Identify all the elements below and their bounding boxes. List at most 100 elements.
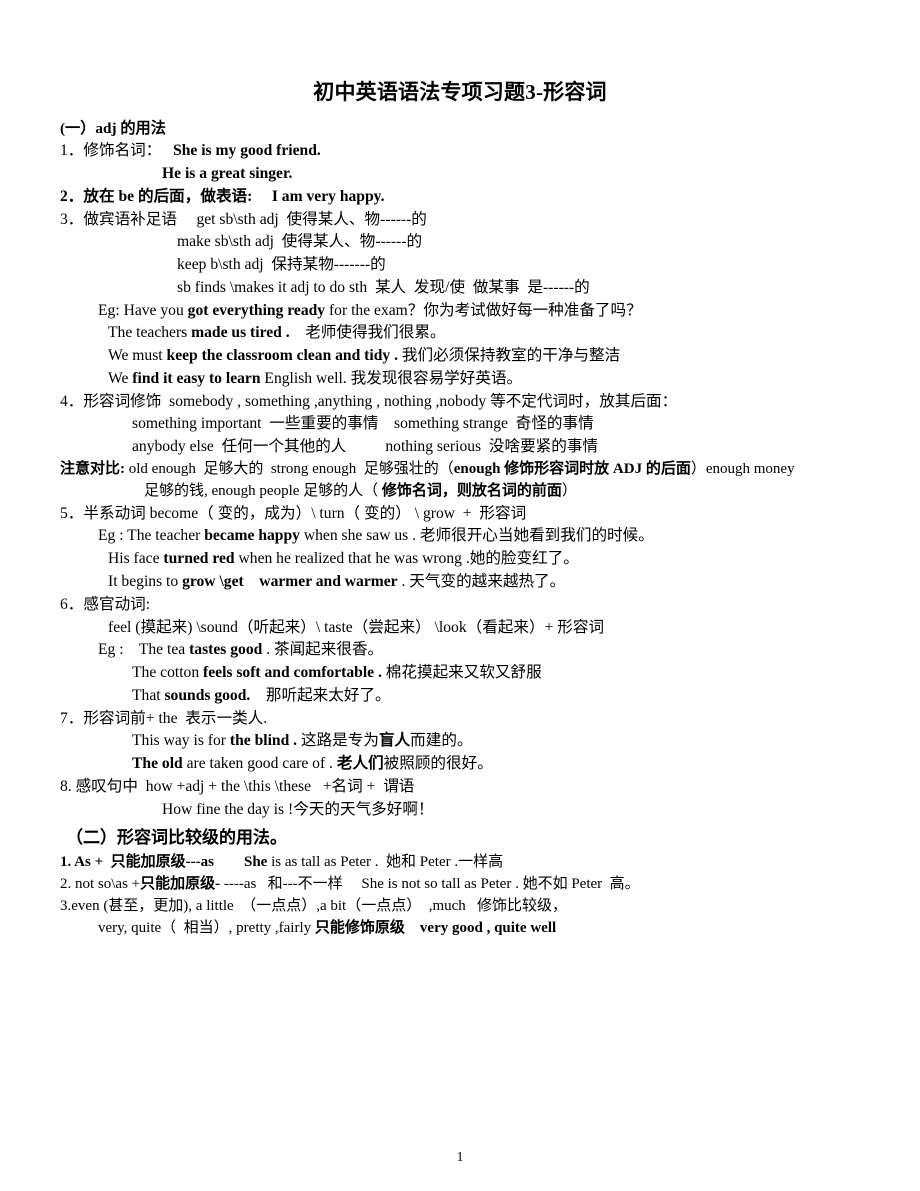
- eg-7-post: . 天气变的越来越热了。: [397, 573, 566, 591]
- eg-1-post: for the exam？你为考试做好每一种准备了吗？: [325, 301, 642, 319]
- item-6-eg-3-line: That sounds good. 那听起来太好了。: [52, 685, 868, 708]
- item-8-line: 8. 感叹句中 how +adj + the \this \these +名词 …: [52, 776, 868, 799]
- eg-3-pre: We must: [108, 347, 167, 365]
- note-compare-line-2: 足够的钱, enough people 足够的人（ 修饰名词，则放名词的前面）: [52, 481, 868, 503]
- item-1-label: 1．修饰名词：: [60, 142, 154, 160]
- eg-5-bold: became happy: [204, 527, 300, 545]
- item-8-example-line: How fine the day is !今天的天气多好啊！: [52, 799, 868, 822]
- item-3-eg-4-line: We find it easy to learn English well. 我…: [52, 368, 868, 391]
- note-compare-bold-2: 修饰名词，则放名词的前面: [381, 482, 562, 499]
- item-3-line: 3．做宾语补足语 get sb\sth adj 使得某人、物------的: [52, 209, 868, 232]
- comparative-item-3-pre: very, quite（ 相当）, pretty ,fairly: [98, 919, 315, 936]
- eg-4-post: English well. 我发现很容易学好英语。: [260, 369, 523, 387]
- eg-1-pre: Have you: [123, 301, 188, 319]
- item-4-label: 4．形容词修饰 somebody , something ,anything ,…: [60, 392, 678, 410]
- eg-6-pre: His face: [108, 550, 164, 568]
- item-3-eg-3-line: We must keep the classroom clean and tid…: [52, 345, 868, 368]
- comparative-item-3-post: very good , quite well: [404, 919, 557, 936]
- eg-3-post: 我们必须保持教室的干净与整洁: [397, 347, 621, 365]
- eg-6-bold: turned red: [163, 550, 235, 568]
- eg-11-post: 而建的。: [410, 732, 473, 750]
- eg-5-post: when she saw us . 老师很开心当她看到我们的时候。: [299, 527, 654, 545]
- document-page: 初中英语语法专项习题3-形容词 (一）adj 的用法 1．修饰名词： She i…: [0, 0, 920, 1191]
- item-7-label: 7．形容词前+ the 表示一类人.: [60, 709, 268, 727]
- note-compare-text-a: old enough 足够大的 strong enough 足够强壮的（: [125, 460, 454, 477]
- item-4-line: 4．形容词修饰 somebody , something ,anything ,…: [52, 391, 868, 414]
- note-compare-line-1: 注意对比: old enough 足够大的 strong enough 足够强壮…: [52, 459, 868, 481]
- comparative-item-1-line: 1. As + 只能加原级---as She is as tall as Pet…: [52, 852, 868, 874]
- item-3-pattern-4: sb finds \makes it adj to do sth 某人 发现/使…: [177, 278, 590, 296]
- eg-10-pre: That: [132, 686, 165, 704]
- item-5-eg-3-line: It begins to grow \get warmer and warmer…: [52, 571, 868, 594]
- item-6-eg-2-line: The cotton feels soft and comfortable . …: [52, 662, 868, 685]
- comparative-item-1-label: 1. As + 只能加原级---as: [60, 853, 214, 870]
- eg-label: Eg:: [98, 301, 120, 319]
- comparative-item-1-bold: She: [243, 853, 268, 870]
- item-8-label: 8. 感叹句中 how +adj + the \this \these +名词 …: [60, 777, 415, 795]
- page-title: 初中英语语法专项习题3-形容词: [313, 80, 607, 104]
- item-3-pattern-4-line: sb finds \makes it adj to do sth 某人 发现/使…: [52, 277, 868, 300]
- item-2-line: 2．放在 be 的后面，做表语: I am very happy.: [52, 186, 868, 209]
- item-6-eg-1-line: Eg : The tea tastes good . 茶闻起来很香。: [52, 639, 868, 662]
- page-number: 1: [456, 1148, 464, 1164]
- comparative-item-2-bold: 只能加原级-: [140, 875, 221, 892]
- item-4-example-2-line: anybody else 任何一个其他的人 nothing serious 没啥…: [52, 436, 868, 459]
- eg-12-post: 被照顾的很好。: [383, 755, 493, 773]
- item-4-example-2: anybody else 任何一个其他的人 nothing serious 没啥…: [132, 438, 599, 456]
- item-4-example-1-line: something important 一些重要的事情 something st…: [52, 413, 868, 436]
- comparative-item-3-line: 3.even (甚至，更加), a little （一点点）,a bit（一点点…: [52, 896, 868, 918]
- eg-11-mid: 这路是专为: [297, 732, 379, 750]
- eg-7-bold: grow \get warmer and warmer: [182, 573, 398, 591]
- note-compare-text-b: ）enough money: [690, 460, 795, 477]
- eg-2-post: 老师使得我们很累。: [289, 324, 446, 342]
- eg-11-bold: the blind .: [229, 732, 298, 750]
- item-1-example-2-line: He is a great singer.: [52, 163, 868, 186]
- item-3-label: 3．做宾语补足语: [60, 210, 177, 228]
- eg-1-bold: got everything ready: [187, 301, 326, 319]
- eg-2-pre: The teachers: [108, 324, 192, 342]
- comparative-item-3-label: 3.even (甚至，更加), a little （一点点）,a bit（一点点…: [60, 897, 568, 914]
- eg-10-bold: sounds good.: [164, 686, 251, 704]
- eg-11-bold-2: 盲人: [378, 732, 411, 750]
- comparative-item-2-pre: 2. not so\as +: [60, 875, 141, 892]
- section-one-heading: (一）adj 的用法: [60, 120, 166, 138]
- comparative-item-2-text: ----as 和---不一样 She is not so tall as Pet…: [220, 875, 640, 892]
- item-3-pattern-1: get sb\sth adj 使得某人、物------的: [196, 210, 427, 228]
- item-2-label: 2．放在 be 的后面，做表语:: [60, 187, 253, 205]
- item-5-eg-1-line: Eg : The teacher became happy when she s…: [52, 525, 868, 548]
- eg-12-bold-2: 老人们: [336, 755, 384, 773]
- item-5-label: 5．半系动词 become（ 变的，成为）\ turn（ 变的） \ grow …: [60, 504, 527, 522]
- item-4-example-1: something important 一些重要的事情 something st…: [132, 415, 594, 433]
- item-6-pattern-line: feel (摸起来) \sound（听起来）\ taste（尝起来） \look…: [52, 617, 868, 640]
- eg-2-bold: made us tired .: [191, 324, 290, 342]
- eg-9-pre: The cotton: [132, 664, 204, 682]
- note-compare-text-c: 足够的钱, enough people 足够的人（: [144, 482, 382, 499]
- item-7-eg-2-line: The old are taken good care of . 老人们被照顾的…: [52, 753, 868, 776]
- comparative-item-1-text: is as tall as Peter . 她和 Peter .一样高: [267, 853, 504, 870]
- note-compare-text-d: ）: [561, 482, 577, 499]
- eg-5-pre: Eg : The teacher: [98, 527, 205, 545]
- note-compare-bold-1: enough 修饰形容词时放 ADJ 的后面: [453, 460, 691, 477]
- item-6-line: 6．感官动词:: [52, 594, 868, 617]
- eg-8-post: . 茶闻起来很香。: [262, 641, 384, 659]
- item-5-eg-2-line: His face turned red when he realized tha…: [52, 548, 868, 571]
- item-7-eg-1-line: This way is for the blind . 这路是专为盲人而建的。: [52, 730, 868, 753]
- eg-8-pre: Eg : The tea: [98, 641, 190, 659]
- item-3-pattern-2: make sb\sth adj 使得某人、物------的: [177, 233, 423, 251]
- item-5-line: 5．半系动词 become（ 变的，成为）\ turn（ 变的） \ grow …: [52, 503, 868, 526]
- item-3-eg-2-line: The teachers made us tired . 老师使得我们很累。: [52, 322, 868, 345]
- comparative-item-3-line-2: very, quite（ 相当）, pretty ,fairly 只能修饰原级 …: [52, 918, 868, 940]
- item-3-pattern-3: keep b\sth adj 保持某物-------的: [177, 256, 386, 274]
- item-3-eg-1-line: Eg: Have you got everything ready for th…: [52, 300, 868, 323]
- eg-6-post: when he realized that he was wrong .她的脸变…: [234, 550, 579, 568]
- item-7-line: 7．形容词前+ the 表示一类人.: [52, 708, 868, 731]
- comparative-item-2-line: 2. not so\as +只能加原级- ----as 和---不一样 She …: [52, 874, 868, 896]
- item-2-example: I am very happy.: [271, 187, 385, 205]
- item-1-example-2: He is a great singer.: [162, 164, 293, 182]
- note-compare-label: 注意对比:: [60, 460, 125, 477]
- eg-4-bold: find it easy to learn: [132, 369, 261, 387]
- eg-7-pre: It begins to: [108, 573, 183, 591]
- eg-12-mid: are taken good care of .: [182, 755, 337, 773]
- eg-9-bold: feels soft and comfortable .: [203, 664, 382, 682]
- item-3-pattern-2-line: make sb\sth adj 使得某人、物------的: [52, 231, 868, 254]
